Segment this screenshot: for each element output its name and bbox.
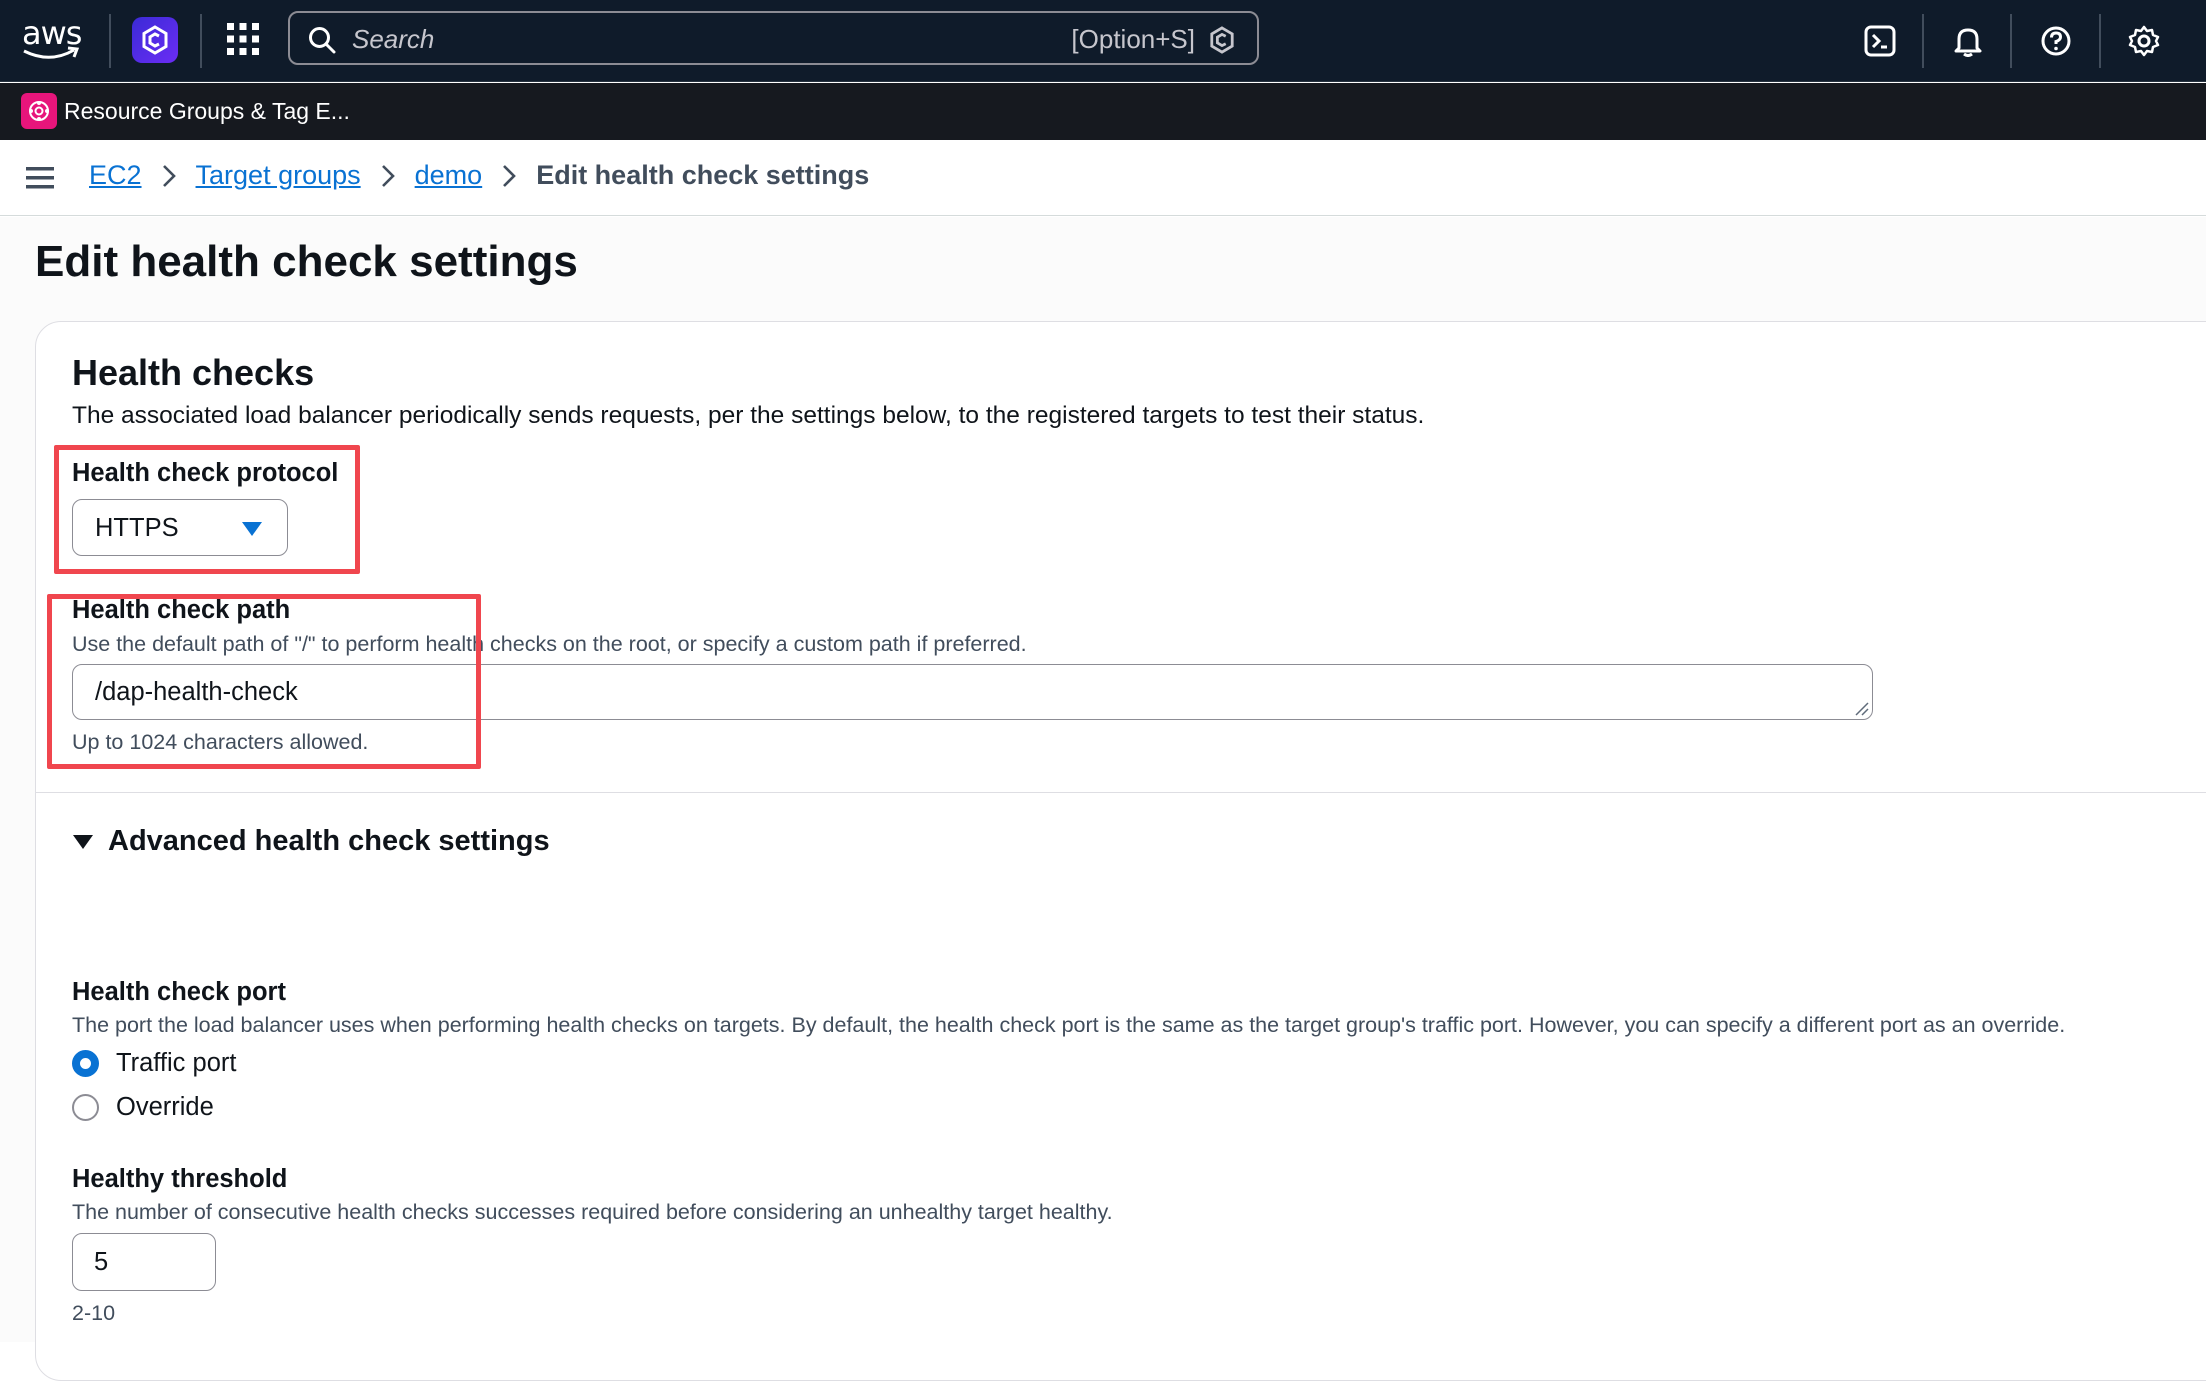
health-checks-heading: Health checks xyxy=(72,352,315,393)
path-label: Health check path xyxy=(72,596,291,624)
port-description: The port the load balancer uses when per… xyxy=(72,1013,2066,1037)
chevron-right-icon xyxy=(162,164,176,188)
search-shortcut-hint: [Option+S] xyxy=(1071,24,1195,54)
service-shortcut-label[interactable]: Resource Groups & Tag E... xyxy=(64,98,350,125)
menu-icon[interactable] xyxy=(26,165,54,196)
radio-traffic-port[interactable]: Traffic port xyxy=(72,1049,236,1078)
breadcrumb-current: Edit health check settings xyxy=(536,160,870,190)
service-shortcut-bar: Resource Groups & Tag E... xyxy=(0,83,2206,140)
path-field[interactable] xyxy=(72,664,1873,720)
search-input[interactable] xyxy=(352,21,952,57)
nav-separator xyxy=(200,14,202,68)
app-switcher-icon[interactable] xyxy=(132,17,178,63)
help-icon[interactable] xyxy=(2034,19,2078,63)
section-divider xyxy=(36,792,2206,793)
protocol-label: Health check protocol xyxy=(72,459,339,487)
top-navigation: aws [Option+S] xyxy=(0,0,2206,82)
advanced-settings-toggle[interactable]: Advanced health check settings xyxy=(72,825,550,858)
amazon-q-icon[interactable] xyxy=(1209,26,1235,54)
caret-down-icon xyxy=(242,522,262,536)
advanced-settings-title: Advanced health check settings xyxy=(108,825,550,857)
path-input[interactable] xyxy=(95,675,1795,709)
resource-groups-icon[interactable] xyxy=(21,93,57,129)
breadcrumb: EC2 Target groups demo Edit health check… xyxy=(89,160,869,191)
radio-override[interactable]: Override xyxy=(72,1093,214,1122)
cloudshell-icon[interactable] xyxy=(1858,19,1902,63)
healthy-threshold-constraint: 2-10 xyxy=(72,1301,116,1325)
page-title: Edit health check settings xyxy=(35,237,578,286)
settings-icon[interactable] xyxy=(2122,19,2166,63)
radio-traffic-port-label: Traffic port xyxy=(116,1049,237,1077)
caret-down-icon xyxy=(72,833,94,851)
notifications-icon[interactable] xyxy=(1946,19,1990,63)
radio-selected-icon[interactable] xyxy=(72,1050,99,1077)
protocol-selected-value: HTTPS xyxy=(95,514,179,542)
nav-separator xyxy=(2099,14,2101,68)
radio-unselected-icon[interactable] xyxy=(72,1094,99,1121)
resize-grip-icon[interactable] xyxy=(1853,700,1869,716)
aws-logo[interactable]: aws xyxy=(22,14,84,64)
healthy-threshold-field[interactable] xyxy=(72,1233,216,1291)
breadcrumb-ec2[interactable]: EC2 xyxy=(89,160,142,191)
port-label: Health check port xyxy=(72,978,286,1006)
healthy-threshold-label: Healthy threshold xyxy=(72,1165,288,1193)
services-grid-icon[interactable] xyxy=(226,22,260,56)
search-icon xyxy=(309,27,336,54)
chevron-right-icon xyxy=(381,164,395,188)
nav-separator xyxy=(109,14,111,68)
path-description: Use the default path of "/" to perform h… xyxy=(72,632,1027,656)
radio-override-label: Override xyxy=(116,1093,214,1121)
health-checks-description: The associated load balancer periodicall… xyxy=(72,402,1425,429)
path-constraint: Up to 1024 characters allowed. xyxy=(72,730,369,754)
breadcrumb-demo[interactable]: demo xyxy=(415,160,483,191)
healthy-threshold-description: The number of consecutive health checks … xyxy=(72,1200,1113,1224)
nav-separator xyxy=(1922,14,1924,68)
aws-smile-icon xyxy=(23,46,80,59)
nav-separator xyxy=(2010,14,2012,68)
protocol-select[interactable]: HTTPS xyxy=(72,499,288,556)
chevron-right-icon xyxy=(502,164,517,188)
global-search[interactable]: [Option+S] xyxy=(288,11,1259,65)
breadcrumb-target-groups[interactable]: Target groups xyxy=(196,160,361,191)
healthy-threshold-input[interactable] xyxy=(94,1246,194,1278)
breadcrumb-bar: EC2 Target groups demo Edit health check… xyxy=(0,140,2206,216)
